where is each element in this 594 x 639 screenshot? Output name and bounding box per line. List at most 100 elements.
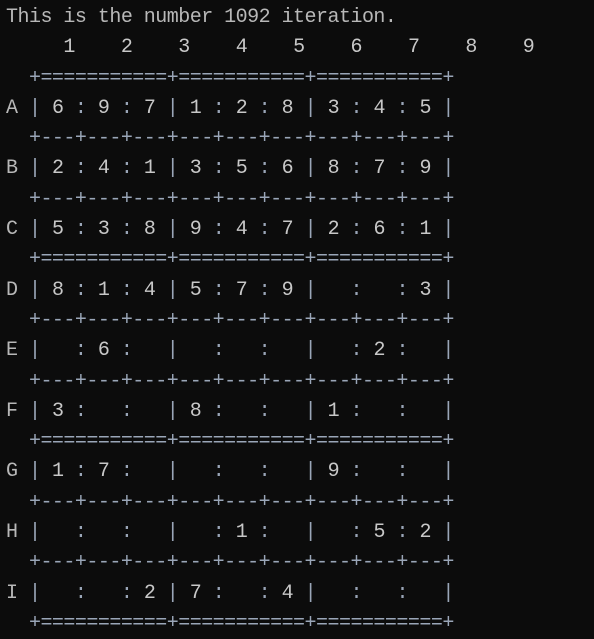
cell-c2: 3 bbox=[97, 218, 110, 242]
cell-i1 bbox=[52, 582, 63, 605]
cell-f8 bbox=[374, 400, 385, 423]
sudoku-board: This is the number 1092 iteration. 1 2 3… bbox=[6, 3, 535, 639]
cell-h8: 5 bbox=[373, 521, 386, 545]
cell-b9: 9 bbox=[419, 157, 431, 181]
row-label: H bbox=[6, 521, 18, 545]
cell-d3: 4 bbox=[143, 278, 156, 302]
cell-e5 bbox=[236, 339, 247, 362]
column-label: 4 bbox=[235, 36, 248, 60]
column-labels: 1 2 3 4 5 6 7 8 9 bbox=[6, 33, 534, 63]
cell-i6: 4 bbox=[281, 581, 294, 605]
box-border: +===========+===========+===========+ bbox=[6, 66, 454, 90]
row-label: I bbox=[6, 581, 18, 605]
cell-g2: 7 bbox=[97, 460, 110, 484]
column-label: 3 bbox=[178, 36, 190, 60]
cell-b3: 1 bbox=[143, 157, 156, 181]
cell-c3: 8 bbox=[143, 218, 156, 242]
cell-g8 bbox=[374, 460, 385, 483]
cell-d6: 9 bbox=[281, 278, 294, 302]
cell-i8 bbox=[374, 582, 385, 605]
cell-e1 bbox=[52, 339, 63, 362]
cell-g4 bbox=[190, 460, 201, 483]
cell-i2 bbox=[98, 582, 109, 605]
cell-c9: 1 bbox=[419, 218, 431, 242]
row-label: E bbox=[6, 339, 18, 363]
cell-h6 bbox=[282, 521, 293, 544]
cell-c8: 6 bbox=[373, 218, 386, 242]
cell-h9: 2 bbox=[419, 521, 431, 545]
grid-row: H | : : | : 1 : | : 5 : 2 | bbox=[6, 521, 454, 545]
row-label: D bbox=[6, 278, 18, 302]
cell-f6 bbox=[282, 400, 293, 423]
row-label: F bbox=[6, 399, 18, 423]
cell-g3 bbox=[144, 460, 155, 483]
cell-h1 bbox=[52, 521, 63, 544]
column-label: 2 bbox=[120, 36, 133, 60]
grid-row: F | 3 : : | 8 : : | 1 : : | bbox=[6, 399, 454, 423]
cell-f1: 3 bbox=[51, 399, 64, 423]
row-separator: +---+---+---+---+---+---+---+---+---+ bbox=[6, 490, 454, 514]
cell-e7 bbox=[328, 339, 339, 362]
cell-g5 bbox=[236, 460, 247, 483]
cell-f4: 8 bbox=[189, 399, 202, 423]
cell-b4: 3 bbox=[189, 157, 202, 181]
cell-f5 bbox=[236, 400, 247, 423]
cell-h3 bbox=[144, 521, 155, 544]
cell-f3 bbox=[144, 400, 155, 423]
row-separator: +---+---+---+---+---+---+---+---+---+ bbox=[6, 369, 454, 393]
cell-h5: 1 bbox=[235, 521, 248, 545]
cell-e9 bbox=[419, 339, 430, 362]
cell-c1: 5 bbox=[51, 218, 64, 242]
box-border: +===========+===========+===========+ bbox=[6, 248, 454, 272]
box-border: +===========+===========+===========+ bbox=[6, 430, 454, 454]
cell-d8 bbox=[374, 279, 385, 302]
cell-i9 bbox=[419, 582, 430, 605]
cell-e3 bbox=[144, 339, 155, 362]
column-label: 9 bbox=[522, 36, 535, 60]
cell-e6 bbox=[282, 339, 293, 362]
column-label: 6 bbox=[350, 36, 363, 60]
cell-a5: 2 bbox=[235, 96, 248, 120]
cell-d9: 3 bbox=[419, 278, 431, 302]
cell-h7 bbox=[328, 521, 339, 544]
cell-a7: 3 bbox=[327, 96, 340, 120]
terminal-window: This is the number 1092 iteration. 1 2 3… bbox=[0, 0, 594, 635]
grid-row: E | : 6 : | : : | : 2 : | bbox=[6, 339, 454, 363]
cell-b5: 5 bbox=[235, 157, 248, 181]
column-label: 5 bbox=[293, 36, 305, 60]
cell-h2 bbox=[98, 521, 109, 544]
cell-d1: 8 bbox=[51, 278, 64, 302]
cell-a6: 8 bbox=[281, 96, 294, 120]
cell-a9: 5 bbox=[419, 96, 431, 120]
cell-i5 bbox=[236, 582, 247, 605]
cell-e4 bbox=[190, 339, 201, 362]
cell-a8: 4 bbox=[373, 96, 386, 120]
cell-i3: 2 bbox=[143, 581, 156, 605]
column-label: 1 bbox=[63, 36, 75, 60]
cell-c6: 7 bbox=[281, 218, 294, 242]
cell-e8: 2 bbox=[373, 339, 386, 363]
row-separator: +---+---+---+---+---+---+---+---+---+ bbox=[6, 308, 454, 332]
cell-a1: 6 bbox=[51, 96, 64, 120]
cell-c7: 2 bbox=[327, 218, 340, 242]
cell-a3: 7 bbox=[143, 96, 156, 120]
row-separator: +---+---+---+---+---+---+---+---+---+ bbox=[6, 551, 454, 575]
cell-g7: 9 bbox=[327, 460, 340, 484]
cell-g6 bbox=[282, 460, 293, 483]
cell-b1: 2 bbox=[51, 157, 64, 181]
cell-g9 bbox=[419, 460, 430, 483]
cell-c4: 9 bbox=[189, 218, 202, 242]
cell-f2 bbox=[98, 400, 109, 423]
cell-i4: 7 bbox=[189, 581, 202, 605]
row-label: G bbox=[6, 460, 18, 484]
grid-row: G | 1 : 7 : | : : | 9 : : | bbox=[6, 460, 454, 484]
cell-a4: 1 bbox=[189, 96, 202, 120]
cell-i7 bbox=[328, 582, 339, 605]
cell-b7: 8 bbox=[327, 157, 340, 181]
cell-d5: 7 bbox=[235, 278, 248, 302]
title-line: This is the number 1092 iteration. bbox=[6, 3, 534, 33]
cell-b6: 6 bbox=[281, 157, 294, 181]
cell-d7 bbox=[328, 279, 339, 302]
box-border: +===========+===========+===========+ bbox=[6, 611, 454, 635]
grid-row: A | 6 : 9 : 7 | 1 : 2 : 8 | 3 : 4 : 5 | bbox=[6, 96, 454, 120]
